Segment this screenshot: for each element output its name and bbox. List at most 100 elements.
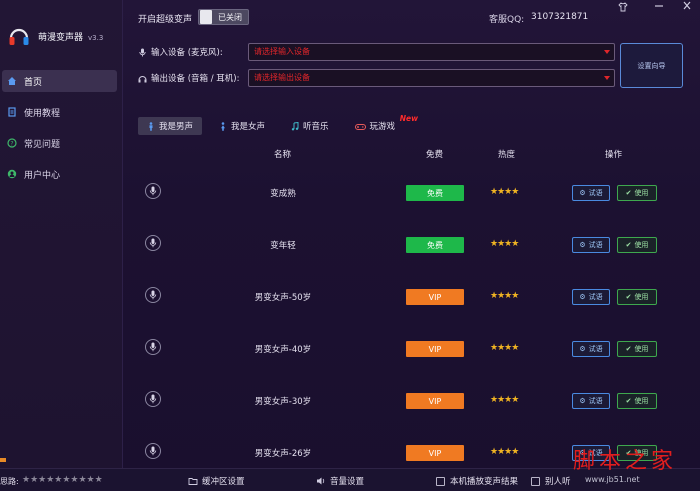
voice-name: 男变女声-26岁 bbox=[254, 449, 312, 459]
table-row: 变年轻 免费 ★★★★ ⚙ 试语 ✔ 使用 bbox=[138, 217, 688, 269]
use-label: 使用 bbox=[634, 241, 649, 249]
popularity-stars: ★★★★ bbox=[490, 447, 519, 457]
close-icon[interactable] bbox=[681, 1, 693, 11]
sidebar-item-label: 首页 bbox=[24, 77, 43, 88]
use-voice-button[interactable]: ✔ 使用 bbox=[617, 289, 657, 305]
popularity-stars: ★★★★ bbox=[490, 291, 519, 301]
output-device-label: 输出设备 (音箱 / 耳机): bbox=[138, 72, 248, 84]
setup-wizard-button[interactable]: 设置向导 bbox=[620, 43, 683, 88]
gear-icon: ⚙ bbox=[579, 293, 586, 301]
sidebar-accent-bar bbox=[0, 458, 6, 462]
voice-category-tabs: 我是男声 我是女声 听音乐 玩游戏 New bbox=[138, 114, 418, 135]
support-qq-value: 3107321871 bbox=[531, 12, 589, 22]
price-badge: 免费 bbox=[406, 185, 464, 201]
check-icon: ✔ bbox=[625, 241, 632, 249]
watermark-url: www.jb51.net bbox=[585, 475, 640, 484]
sidebar-item-tutorial[interactable]: 使用教程 bbox=[2, 101, 117, 123]
microphone-icon[interactable] bbox=[145, 287, 161, 303]
microphone-icon[interactable] bbox=[145, 183, 161, 199]
folder-icon bbox=[188, 476, 198, 486]
tab-label: 听音乐 bbox=[303, 122, 329, 132]
try-label: 试语 bbox=[588, 345, 603, 353]
support-qq-label: 客服QQ: bbox=[489, 15, 525, 25]
use-voice-button[interactable]: ✔ 使用 bbox=[617, 341, 657, 357]
tab-music[interactable]: 听音乐 bbox=[282, 117, 338, 135]
voice-table-header: 名称 免费 热度 操作 bbox=[138, 148, 688, 162]
sidebar-item-home[interactable]: 首页 bbox=[2, 70, 117, 92]
rating-stars[interactable]: ★★★★★★★★★★ bbox=[22, 475, 103, 485]
volume-settings-label: 音量设置 bbox=[330, 477, 365, 487]
input-device-label: 输入设备 (麦克风): bbox=[138, 46, 248, 58]
voice-name: 男变女声-50岁 bbox=[254, 293, 312, 303]
skin-shirt-icon[interactable] bbox=[618, 2, 628, 12]
music-icon bbox=[291, 121, 299, 131]
use-voice-button[interactable]: ✔ 使用 bbox=[617, 393, 657, 409]
svg-text:?: ? bbox=[10, 141, 13, 148]
microphone-icon[interactable] bbox=[145, 443, 161, 459]
headphones-icon bbox=[138, 74, 147, 83]
voice-name: 变年轻 bbox=[270, 241, 296, 251]
output-device-placeholder: 请选择输出设备 bbox=[254, 73, 310, 82]
female-icon bbox=[219, 121, 227, 131]
try-voice-button[interactable]: ⚙ 试语 bbox=[572, 393, 610, 409]
tab-male-voice[interactable]: 我是男声 bbox=[138, 117, 203, 135]
try-voice-button[interactable]: ⚙ 试语 bbox=[572, 341, 610, 357]
document-icon bbox=[7, 107, 17, 117]
microphone-icon[interactable] bbox=[145, 235, 161, 251]
local-play-checkbox[interactable]: 本机播放变声结果 bbox=[436, 475, 518, 487]
buffer-settings-button[interactable]: 缓冲区设置 bbox=[188, 475, 245, 487]
price-badge: VIP bbox=[406, 445, 464, 461]
price-badge: VIP bbox=[406, 393, 464, 409]
price-badge: VIP bbox=[406, 341, 464, 357]
price-badge: VIP bbox=[406, 289, 464, 305]
super-voice-toggle[interactable]: 已关闭 bbox=[198, 9, 249, 25]
sidebar-item-faq[interactable]: ? 常见问题 bbox=[2, 132, 117, 154]
tab-label: 我是女声 bbox=[231, 122, 266, 132]
gear-icon: ⚙ bbox=[579, 241, 586, 249]
volume-settings-button[interactable]: 音量设置 bbox=[316, 475, 364, 487]
output-device-select[interactable]: 请选择输出设备 bbox=[248, 69, 615, 87]
top-bar: 开启超级变声 已关闭 客服QQ: 3107321871 bbox=[123, 0, 700, 34]
output-device-row: 输出设备 (音箱 / 耳机): 请选择输出设备 bbox=[138, 69, 615, 87]
table-row: 男变女声-40岁 VIP ★★★★ ⚙ 试语 ✔ 使用 bbox=[138, 321, 688, 373]
sidebar-nav: 首页 使用教程 ? 常见问题 用户中心 bbox=[0, 70, 123, 194]
column-header-free: 免费 bbox=[426, 150, 444, 160]
gamepad-icon bbox=[354, 122, 366, 131]
try-voice-button[interactable]: ⚙ 试语 bbox=[572, 237, 610, 253]
use-voice-button[interactable]: ✔ 使用 bbox=[617, 185, 657, 201]
gear-icon: ⚙ bbox=[579, 345, 586, 353]
use-voice-button[interactable]: ✔ 使用 bbox=[617, 237, 657, 253]
microphone-icon[interactable] bbox=[145, 391, 161, 407]
headphones-logo-icon bbox=[8, 25, 30, 47]
user-icon bbox=[7, 169, 17, 179]
popularity-stars: ★★★★ bbox=[490, 343, 519, 353]
try-voice-button[interactable]: ⚙ 试语 bbox=[572, 185, 610, 201]
try-label: 试语 bbox=[588, 293, 603, 301]
sidebar-item-user-center[interactable]: 用户中心 bbox=[2, 163, 117, 185]
input-device-row: 输入设备 (麦克风): 请选择输入设备 bbox=[138, 43, 615, 61]
tab-female-voice[interactable]: 我是女声 bbox=[210, 117, 274, 135]
app-window: 萌漫变声器 v3.3 首页 使用教程 ? 常见问题 用户中心 开启超级变声 已关… bbox=[0, 0, 700, 491]
input-device-select[interactable]: 请选择输入设备 bbox=[248, 43, 615, 61]
output-device-label-text: 输出设备 (音箱 / 耳机): bbox=[151, 74, 240, 84]
try-voice-button[interactable]: ⚙ 试语 bbox=[572, 289, 610, 305]
new-badge: New bbox=[399, 114, 419, 123]
voice-name: 男变女声-30岁 bbox=[254, 397, 312, 407]
tab-gaming[interactable]: 玩游戏 New bbox=[346, 114, 418, 135]
use-label: 使用 bbox=[634, 189, 649, 197]
checkbox[interactable] bbox=[531, 476, 540, 486]
watermark: 脚本之家 www.jb51.net bbox=[565, 437, 700, 491]
male-icon bbox=[147, 121, 155, 131]
try-label: 试语 bbox=[588, 189, 603, 197]
price-badge: 免费 bbox=[406, 237, 464, 253]
input-device-label-text: 输入设备 (麦克风): bbox=[151, 48, 223, 58]
check-icon: ✔ bbox=[625, 345, 632, 353]
use-label: 使用 bbox=[634, 397, 649, 405]
microphone-icon[interactable] bbox=[145, 339, 161, 355]
popularity-stars: ★★★★ bbox=[490, 239, 519, 249]
home-icon bbox=[7, 76, 17, 86]
checkbox[interactable] bbox=[436, 476, 445, 486]
table-row: 变成熟 免费 ★★★★ ⚙ 试语 ✔ 使用 bbox=[138, 165, 688, 217]
voice-name: 男变女声-40岁 bbox=[254, 345, 312, 355]
minimize-icon[interactable] bbox=[653, 1, 665, 11]
